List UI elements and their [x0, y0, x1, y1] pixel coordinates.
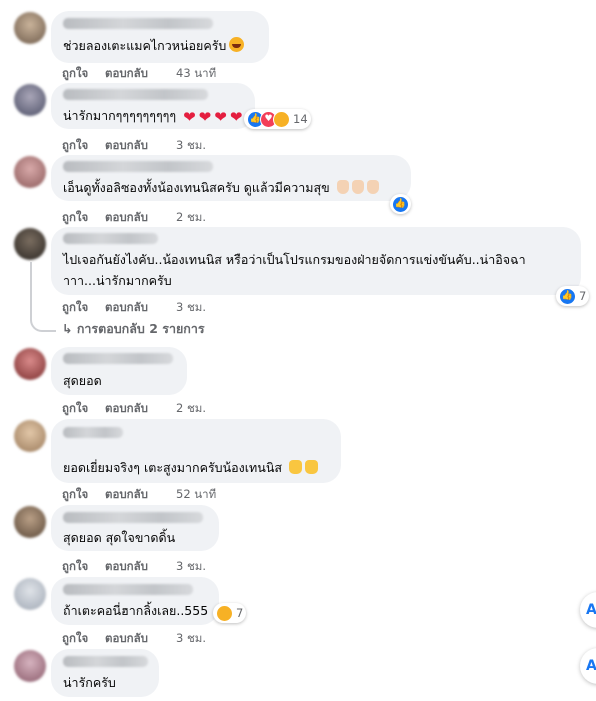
timestamp[interactable]: 43 นาที	[176, 65, 216, 83]
like-button[interactable]: ถูกใจ	[62, 400, 88, 418]
comment-bubble: สุดยอด สุดใจขาดดิ้น	[51, 505, 219, 551]
timestamp[interactable]: 52 นาที	[176, 486, 216, 504]
floating-action-button[interactable]: A	[580, 592, 596, 628]
comment-text: ถ้าเตะคอนี่ฮากลิ้งเลย..555	[63, 603, 209, 618]
comment-text-line: าาา...น่ารักมากครับ	[63, 273, 172, 288]
author-name-blurred[interactable]	[63, 584, 193, 595]
reply-button[interactable]: ตอบกลับ	[105, 486, 148, 504]
author-name-blurred[interactable]	[63, 233, 158, 244]
like-reaction-icon: 👍	[559, 287, 576, 305]
avatar[interactable]	[14, 84, 46, 116]
thread-connector	[30, 316, 56, 332]
reply-button[interactable]: ตอบกลับ	[105, 630, 148, 648]
reaction-summary[interactable]: 👍	[390, 194, 411, 214]
author-name-blurred[interactable]	[63, 161, 213, 172]
comment-text: ช่วยลองเตะแมคไกวหน่อยครับ	[63, 35, 245, 56]
avatar[interactable]	[14, 228, 46, 260]
comment-bubble: สุดยอด	[51, 347, 187, 395]
like-reaction-icon: 👍	[392, 195, 409, 213]
reply-button[interactable]: ตอบกลับ	[105, 209, 148, 227]
avatar[interactable]	[14, 506, 46, 538]
heart-emoji-icon: ❤	[198, 108, 212, 126]
heart-emoji-icon: ❤	[214, 108, 227, 126]
thumbs-up-emoji-icon	[289, 460, 302, 474]
avatar[interactable]	[14, 348, 46, 380]
author-name-blurred[interactable]	[63, 18, 213, 29]
author-name-blurred[interactable]	[63, 353, 173, 364]
comment-bubble: เอ็นดูทั้งอลิซองทั้งน้องเทนนิสครับ ดูแล้…	[51, 155, 411, 201]
reply-button[interactable]: ตอบกลับ	[105, 299, 148, 317]
raised-hand-emoji-icon	[351, 180, 364, 194]
avatar[interactable]	[14, 650, 46, 682]
reaction-summary[interactable]: 7	[213, 603, 247, 623]
timestamp[interactable]: 2 ชม.	[176, 400, 206, 418]
comment-text: ยอดเยี่ยมจริงๆ เตะสูงมากครับน้องเทนนิส	[63, 457, 318, 478]
avatar[interactable]	[14, 420, 46, 452]
reaction-summary[interactable]: 👍 7	[556, 286, 590, 306]
like-button[interactable]: ถูกใจ	[62, 486, 88, 504]
timestamp[interactable]: 3 ชม.	[176, 630, 206, 648]
haha-reaction-icon	[216, 604, 233, 622]
comment-text: สุดยอด สุดใจขาดดิ้น	[63, 530, 176, 545]
timestamp[interactable]: 3 ชม.	[176, 299, 206, 317]
comment-text-line: ไปเจอกันยังไงคับ..น้องเทนนิส หรือว่าเป็น…	[63, 252, 526, 267]
raised-hand-emoji-icon	[366, 180, 379, 194]
author-name-blurred[interactable]	[63, 656, 148, 667]
heart-emoji-icon: ❤	[229, 108, 243, 126]
like-button[interactable]: ถูกใจ	[62, 299, 88, 317]
comment-bubble: น่ารักครับ	[51, 649, 159, 697]
author-name-blurred[interactable]	[63, 89, 208, 100]
reply-button[interactable]: ตอบกลับ	[105, 137, 148, 155]
avatar[interactable]	[14, 156, 46, 188]
comment-bubble: ไปเจอกันยังไงคับ..น้องเทนนิส หรือว่าเป็น…	[51, 227, 581, 295]
heart-emoji-icon: ❤	[183, 108, 196, 126]
like-button[interactable]: ถูกใจ	[62, 558, 88, 576]
reply-button[interactable]: ตอบกลับ	[105, 400, 148, 418]
comment-text: สุดยอด	[63, 373, 102, 388]
thumbs-up-emoji-icon	[305, 460, 318, 474]
comment-bubble: น่ารักมากๆๆๆๆๆๆๆๆๆ ❤ ❤ ❤ ❤	[51, 83, 255, 129]
thread-line	[30, 262, 32, 317]
comment-text: น่ารักครับ	[63, 675, 116, 690]
avatar[interactable]	[14, 578, 46, 610]
comment-text: ไปเจอกันยังไงคับ..น้องเทนนิส หรือว่าเป็น…	[63, 249, 526, 291]
comment-bubble: ถ้าเตะคอนี่ฮากลิ้งเลย..555	[51, 577, 219, 625]
comment-bubble: ยอดเยี่ยมจริงๆ เตะสูงมากครับน้องเทนนิส	[51, 419, 341, 483]
like-button[interactable]: ถูกใจ	[62, 630, 88, 648]
laughing-emoji-icon	[229, 37, 245, 52]
like-button[interactable]: ถูกใจ	[62, 137, 88, 155]
like-button[interactable]: ถูกใจ	[62, 65, 88, 83]
comment-text: เอ็นดูทั้งอลิซองทั้งน้องเทนนิสครับ ดูแล้…	[63, 177, 379, 198]
care-reaction-icon	[273, 110, 290, 128]
raised-hand-emoji-icon	[336, 180, 349, 194]
avatar[interactable]	[14, 12, 46, 44]
reply-button[interactable]: ตอบกลับ	[105, 558, 148, 576]
timestamp[interactable]: 2 ชม.	[176, 209, 206, 227]
reaction-count: 14	[293, 112, 308, 126]
reply-button[interactable]: ตอบกลับ	[105, 65, 148, 83]
author-name-blurred[interactable]	[63, 512, 203, 523]
comment-text: น่ารักมากๆๆๆๆๆๆๆๆๆ ❤ ❤ ❤ ❤	[63, 108, 243, 126]
timestamp[interactable]: 3 ชม.	[176, 558, 206, 576]
author-name-blurred[interactable]	[63, 427, 123, 438]
reaction-count: 7	[579, 289, 587, 303]
comment-bubble: ช่วยลองเตะแมคไกวหน่อยครับ	[51, 11, 269, 63]
like-button[interactable]: ถูกใจ	[62, 209, 88, 227]
reaction-summary[interactable]: 👍 ♥ 14	[244, 109, 311, 129]
timestamp[interactable]: 3 ชม.	[176, 137, 206, 155]
view-replies-link[interactable]: ↳ การตอบกลับ 2 รายการ	[62, 319, 205, 339]
reaction-count: 7	[236, 606, 244, 620]
floating-action-button[interactable]: A	[580, 648, 596, 684]
